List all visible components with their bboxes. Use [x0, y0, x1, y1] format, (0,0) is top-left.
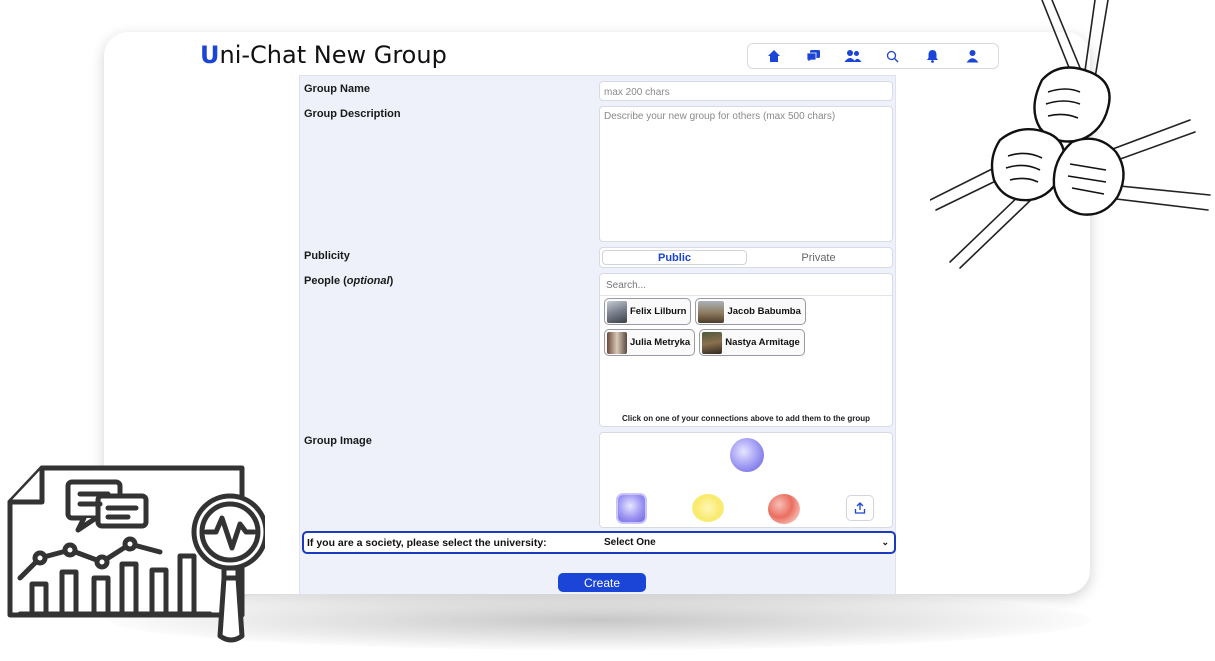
nav-home[interactable] — [763, 45, 785, 67]
publicity-private-option[interactable]: Private — [747, 250, 890, 265]
image-option-red[interactable] — [768, 494, 800, 524]
upload-icon — [854, 502, 866, 514]
create-button[interactable]: Create — [558, 573, 646, 592]
group-description-input[interactable] — [600, 107, 892, 241]
page-title: Uni-Chat New Group — [200, 41, 447, 69]
avatar — [607, 300, 627, 323]
publicity-public-option[interactable]: Public — [602, 250, 747, 265]
group-name-field[interactable] — [599, 81, 893, 102]
group-image-preview — [730, 438, 764, 472]
person-chip[interactable]: Nastya Armitage — [699, 329, 805, 356]
home-icon — [767, 50, 780, 62]
people-label-optional: optional — [346, 275, 390, 287]
chat-icon — [806, 50, 820, 63]
avatar — [702, 331, 723, 354]
nav-search[interactable] — [882, 45, 904, 67]
image-option-yellow[interactable] — [692, 494, 724, 522]
search-icon — [887, 50, 899, 62]
image-option-purple[interactable] — [616, 493, 647, 524]
person-chip[interactable]: Jacob Babumba — [695, 298, 806, 325]
people-label-prefix: People ( — [304, 275, 347, 287]
person-chip-name: Julia Metryka — [630, 337, 691, 348]
person-chip-name: Felix Lilburn — [630, 306, 687, 317]
university-label: If you are a society, please select the … — [307, 536, 547, 549]
people-picker: Search... Felix Lilburn Jacob Babumba Ju… — [599, 273, 893, 427]
person-chip[interactable]: Felix Lilburn — [604, 298, 692, 325]
group-image-picker — [599, 432, 893, 528]
university-select-value: Select One — [604, 537, 656, 548]
people-search-input[interactable]: Search... — [600, 274, 892, 296]
teamwork-hands-illustration — [930, 0, 1211, 269]
nav-groups[interactable] — [842, 45, 864, 67]
title-logo-letter: U — [200, 41, 220, 69]
person-chip-name: Jacob Babumba — [727, 306, 801, 317]
publicity-label: Publicity — [304, 250, 350, 262]
university-select[interactable]: Select One ⌄ — [600, 537, 894, 548]
chevron-down-icon: ⌄ — [881, 537, 889, 547]
university-row: If you are a society, please select the … — [302, 531, 896, 554]
group-description-field[interactable] — [599, 106, 893, 242]
person-chip-name: Nastya Armitage — [725, 337, 800, 348]
stage: Uni-Chat New Group Group Name max 200 ch… — [0, 0, 1215, 661]
analytics-report-icon — [7, 465, 265, 643]
people-hint: Click on one of your connections above t… — [621, 414, 870, 423]
publicity-toggle: Public Private — [599, 247, 893, 268]
new-group-form: Group Name Group Description Publicity P… — [299, 75, 896, 594]
avatar — [698, 300, 725, 323]
people-label: People (optional) — [304, 275, 393, 287]
people-chip-list: Felix Lilburn Jacob Babumba Julia Metryk… — [604, 298, 890, 356]
group-name-label: Group Name — [304, 83, 371, 95]
title-text: ni-Chat New Group — [219, 41, 447, 69]
group-name-input[interactable] — [600, 83, 892, 102]
people-label-suffix: ) — [389, 275, 394, 287]
group-description-label: Group Description — [304, 108, 401, 120]
person-chip[interactable]: Julia Metryka — [604, 329, 696, 356]
people-icon — [844, 50, 862, 62]
avatar — [607, 331, 627, 354]
upload-image-button[interactable] — [846, 495, 874, 521]
nav-chats[interactable] — [802, 45, 824, 67]
group-image-label: Group Image — [304, 435, 372, 447]
